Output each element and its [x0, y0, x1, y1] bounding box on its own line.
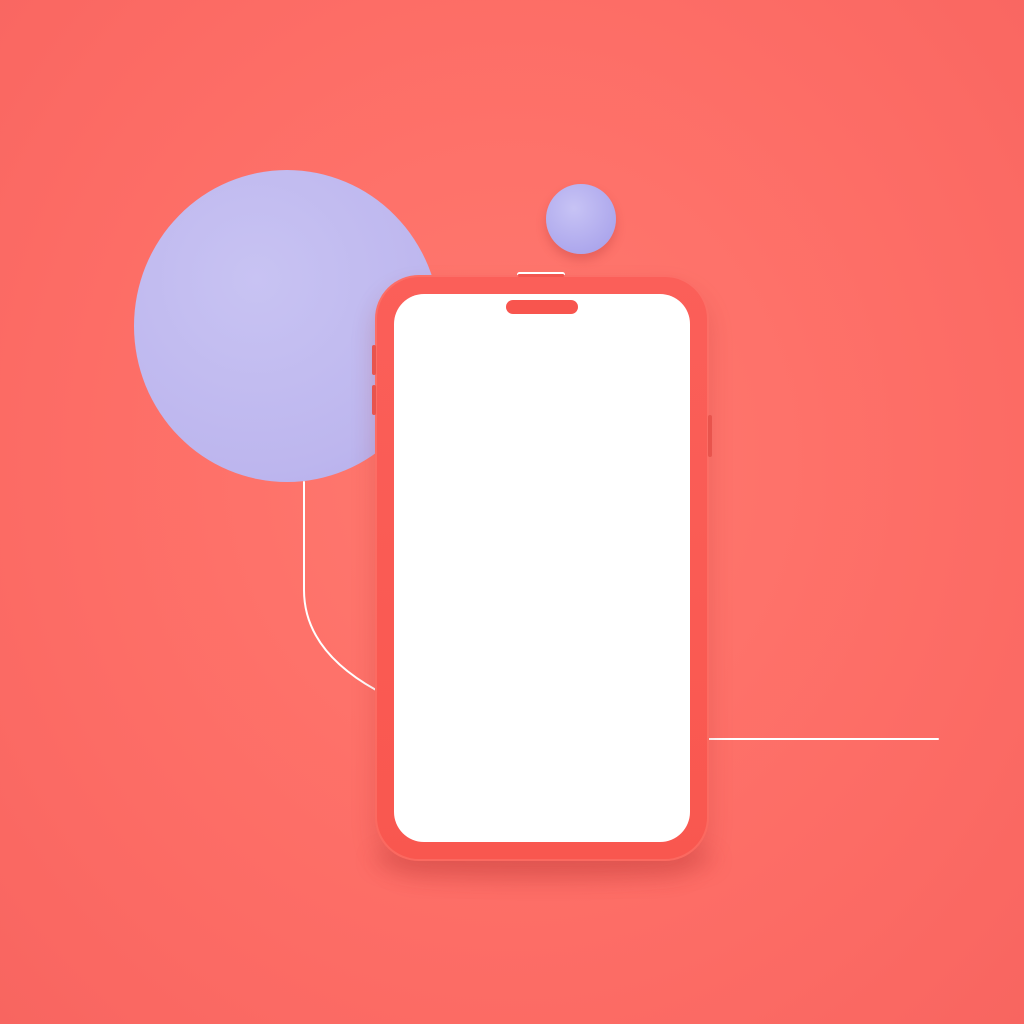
volume-down-button [372, 385, 376, 415]
phone-mockup [372, 272, 712, 861]
volume-up-button [372, 345, 376, 375]
illustration-scene [0, 0, 1024, 1024]
power-button [708, 415, 712, 457]
phone-notch [506, 300, 578, 314]
phone-screen [394, 294, 690, 842]
curved-line [303, 481, 377, 691]
top-button [517, 272, 565, 277]
